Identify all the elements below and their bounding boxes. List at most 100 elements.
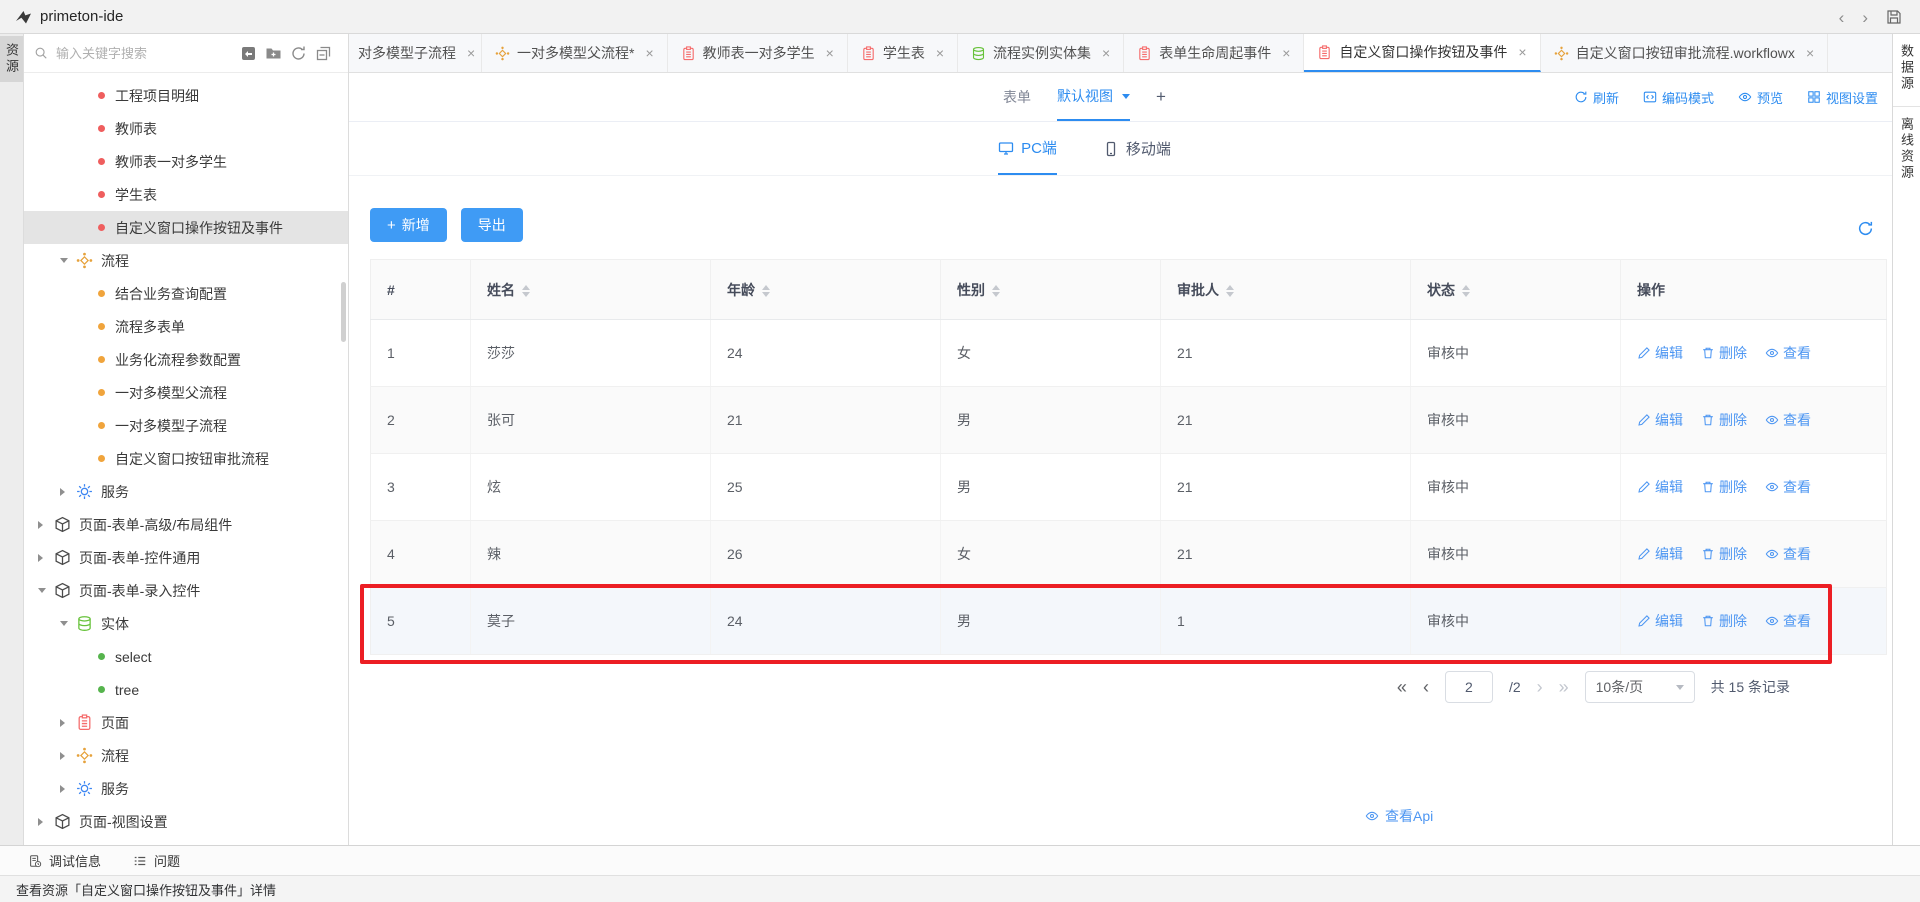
tab-mobile[interactable]: 移动端 [1103,122,1171,175]
view-link[interactable]: 查看 [1765,544,1811,564]
edit-link[interactable]: 编辑 [1637,544,1683,564]
chevron-right-icon[interactable] [60,488,76,496]
col-header-approver[interactable]: 审批人 [1161,260,1411,320]
tree-item[interactable]: 页面-视图设置 [24,805,348,838]
sort-icon[interactable] [762,285,770,297]
chevron-right-icon[interactable] [38,818,54,826]
edit-link[interactable]: 编辑 [1637,410,1683,430]
chevron-right-icon[interactable] [60,752,76,760]
tree-item[interactable]: select [24,640,348,673]
doc-tab[interactable]: 流程实例实体集× [958,34,1124,72]
sidebar-scrollbar[interactable] [341,282,346,342]
first-page-button[interactable]: « [1397,678,1407,696]
tree-item[interactable]: 业务化流程参数配置 [24,343,348,376]
nav-forward-icon[interactable]: › [1862,9,1868,26]
next-page-button[interactable]: › [1537,678,1543,696]
add-view-button[interactable]: + [1156,87,1166,107]
export-button[interactable]: 导出 [461,208,523,242]
nav-back-icon[interactable]: ‹ [1839,9,1845,26]
doc-tab[interactable]: 表单生命周起事件× [1124,34,1304,72]
doc-tab[interactable]: 一对多模型父流程*× [482,34,668,72]
add-button[interactable]: +新增 [370,208,447,242]
close-icon[interactable]: × [826,45,834,61]
chevron-down-icon[interactable] [38,588,54,593]
doc-tab-active[interactable]: 自定义窗口操作按钮及事件× [1304,34,1540,72]
tree-item[interactable]: 页面-表单-控件通用 [24,541,348,574]
tree-item[interactable]: 结合业务查询配置 [24,277,348,310]
tree-item[interactable]: 服务 [24,475,348,508]
preview-button[interactable]: 预览 [1738,88,1783,107]
search-input[interactable] [56,46,232,61]
view-link[interactable]: 查看 [1765,410,1811,430]
tree-item[interactable]: 流程多表单 [24,310,348,343]
rail-tab-datasource[interactable]: 数据源 [1893,34,1920,107]
col-header-name[interactable]: 姓名 [471,260,711,320]
tree-item[interactable]: tree [24,673,348,706]
tree-item[interactable]: 学生表 [24,178,348,211]
table-refresh-icon[interactable] [1857,220,1874,237]
tree-item[interactable]: 工程项目明细 [24,79,348,112]
delete-link[interactable]: 删除 [1701,343,1747,363]
collapse-all-icon[interactable] [315,45,332,62]
tab-pc[interactable]: PC端 [998,122,1057,175]
tree-item[interactable]: 实体 [24,607,348,640]
close-icon[interactable]: × [467,45,475,61]
tree-item[interactable]: 页面-表单-高级/布局组件 [24,508,348,541]
delete-link[interactable]: 删除 [1701,544,1747,564]
tree-item[interactable]: 流程 [24,739,348,772]
edit-link[interactable]: 编辑 [1637,611,1683,631]
edit-link[interactable]: 编辑 [1637,477,1683,497]
rail-tab-offline-resources[interactable]: 离线资源 [1893,107,1920,195]
tree-item[interactable]: 流程 [24,244,348,277]
delete-link[interactable]: 删除 [1701,410,1747,430]
problems-button[interactable]: 问题 [133,851,180,870]
close-icon[interactable]: × [645,45,653,61]
doc-tab[interactable]: 教师表一对多学生× [668,34,848,72]
tree-item-selected[interactable]: 自定义窗口操作按钮及事件 [24,211,348,244]
table-row[interactable]: 4辣26女21审核中 编辑删除查看 [371,521,1887,588]
chevron-right-icon[interactable] [60,719,76,727]
doc-tab[interactable]: 学生表× [848,34,958,72]
rail-tab-resources[interactable]: 资源 [0,36,23,82]
chevron-right-icon[interactable] [38,521,54,529]
close-icon[interactable]: × [1806,45,1814,61]
tree-item[interactable]: 一对多模型父流程 [24,376,348,409]
delete-link[interactable]: 删除 [1701,477,1747,497]
debug-info-button[interactable]: 调试信息 [28,851,101,870]
page-size-select[interactable]: 10条/页 [1585,671,1695,703]
tree-item[interactable]: 页面-表单-录入控件 [24,574,348,607]
refresh-tree-icon[interactable] [290,45,307,62]
chevron-down-icon[interactable] [60,621,76,626]
table-row-highlighted[interactable]: 5莫子24男1审核中 编辑删除查看 [371,588,1887,655]
close-icon[interactable]: × [1102,45,1110,61]
view-link[interactable]: 查看 [1765,611,1811,631]
edit-link[interactable]: 编辑 [1637,343,1683,363]
sort-icon[interactable] [992,285,1000,297]
col-header-status[interactable]: 状态 [1411,260,1621,320]
last-page-button[interactable]: » [1559,678,1569,696]
page-number-input[interactable] [1445,671,1493,703]
view-link[interactable]: 查看 [1765,343,1811,363]
close-icon[interactable]: × [936,45,944,61]
locate-resource-icon[interactable] [240,45,257,62]
sort-icon[interactable] [1226,285,1234,297]
col-header-gender[interactable]: 性别 [941,260,1161,320]
chevron-down-icon[interactable] [60,258,76,263]
chevron-right-icon[interactable] [38,554,54,562]
tree-item[interactable]: 教师表一对多学生 [24,145,348,178]
chevron-right-icon[interactable] [60,785,76,793]
tree-item[interactable]: 服务 [24,772,348,805]
close-icon[interactable]: × [1518,44,1526,60]
col-header-age[interactable]: 年龄 [711,260,941,320]
tree-item[interactable]: 页面 [24,706,348,739]
sort-icon[interactable] [1462,285,1470,297]
refresh-button[interactable]: 刷新 [1574,88,1619,107]
view-link[interactable]: 查看 [1765,477,1811,497]
view-selector[interactable]: 默认视图 [1057,73,1130,121]
doc-tab[interactable]: 对多模型子流程× [349,34,482,72]
new-folder-icon[interactable] [265,45,282,62]
doc-tab[interactable]: 自定义窗口按钮审批流程.workflowx× [1541,34,1829,72]
delete-link[interactable]: 删除 [1701,611,1747,631]
code-mode-button[interactable]: 编码模式 [1643,88,1714,107]
tree-item[interactable]: 自定义窗口按钮审批流程 [24,442,348,475]
